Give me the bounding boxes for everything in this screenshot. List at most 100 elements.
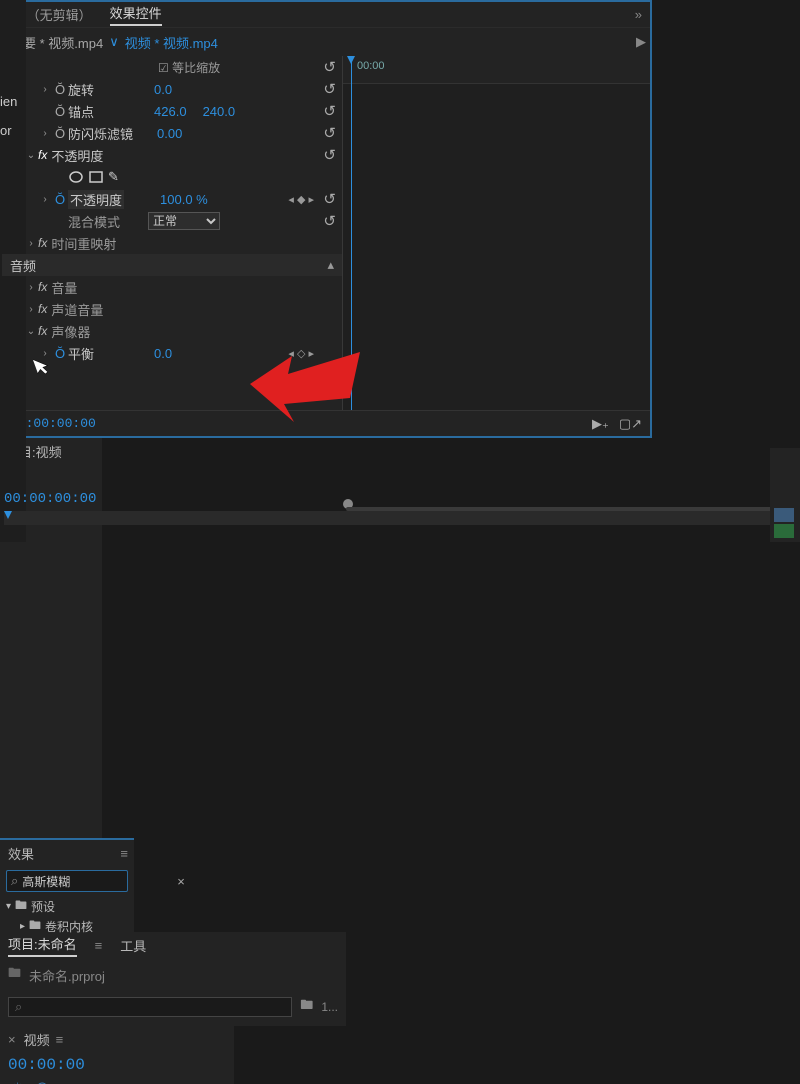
tab-project[interactable]: 项目:未命名 <box>8 934 77 957</box>
antiflicker-value[interactable]: 0.00 <box>157 126 182 141</box>
fx-badge-icon[interactable]: fx <box>38 324 47 338</box>
twirl-icon[interactable]: › <box>38 128 52 139</box>
twirl-icon[interactable]: ⌄ <box>24 150 38 161</box>
blend-mode-label: 混合模式 <box>68 212 120 231</box>
twirl-icon[interactable]: › <box>38 194 52 205</box>
fx-badge-icon[interactable]: fx <box>38 280 47 294</box>
panel-menu-icon[interactable]: ≡ <box>120 846 128 861</box>
anchor-label: 锚点 <box>68 102 94 121</box>
reset-icon[interactable]: ↺ <box>323 190 336 208</box>
clip-selector-row: 主要 * 视频.mp4 ∨ 视频 * 视频.mp4 ▶ <box>2 28 650 56</box>
stopwatch-icon[interactable]: Ŏ <box>52 82 68 97</box>
panner-row: ⌄ fx 声像器 <box>2 320 342 342</box>
balance-row: › Ŏ 平衡 0.0 ◂ ◇ ▸ <box>2 342 342 364</box>
fx-badge-icon[interactable]: fx <box>38 148 47 162</box>
rotation-label: 旋转 <box>68 80 94 99</box>
reset-icon[interactable]: ↺ <box>323 102 336 120</box>
project-search[interactable]: ⌕ <box>8 997 292 1017</box>
twirl-icon[interactable]: › <box>38 84 52 95</box>
playhead[interactable] <box>351 56 352 410</box>
keyframe-nav[interactable]: ◂ ◇ ▸ <box>288 347 314 360</box>
opacity-section-label: 不透明度 <box>51 146 103 165</box>
rect-mask-icon[interactable] <box>88 170 104 184</box>
twirl-icon[interactable]: ⌄ <box>24 326 38 337</box>
fx-badge-icon[interactable]: fx <box>38 302 47 316</box>
time-remap-row: › fx 时间重映射 <box>2 232 342 254</box>
blend-mode-row: 混合模式 正常 ↺ <box>2 210 342 232</box>
magnet-icon[interactable]: ⋂ <box>37 1080 48 1084</box>
panner-label: 声像器 <box>51 322 90 341</box>
reset-icon[interactable]: ↺ <box>323 80 336 98</box>
new-bin-icon[interactable]: 🖿 <box>300 996 313 1018</box>
opacity-value[interactable]: 100.0 % <box>160 192 208 207</box>
stopwatch-icon[interactable]: Ŏ <box>52 104 68 119</box>
collapse-icon[interactable]: ▴ <box>327 257 334 273</box>
timeline-tracks-edge <box>770 448 800 542</box>
reset-icon[interactable]: ↺ <box>323 146 336 164</box>
anchor-row: Ŏ 锚点 426.0 240.0 ↺ <box>2 100 342 122</box>
reset-icon[interactable]: ↺ <box>323 212 336 230</box>
panel-menu-icon[interactable]: » <box>635 7 642 22</box>
effect-timeline[interactable]: 00:00 <box>342 56 650 410</box>
bin-icon: 🖿 <box>8 964 21 986</box>
item-count: 1... <box>321 1000 338 1014</box>
balance-value[interactable]: 0.0 <box>154 346 172 361</box>
effects-tree: ▾ 🖿 预设 ▸ 🖿 卷积内核 <box>0 896 134 936</box>
stopwatch-icon[interactable]: Ŏ <box>52 346 68 361</box>
play-icon[interactable]: ▶ <box>636 34 646 50</box>
clear-search-icon[interactable]: × <box>177 874 185 889</box>
opacity-label: 不透明度 <box>68 190 124 209</box>
effects-panel: 效果 ≡ ⌕ × ▾ 🖿 预设 ▸ 🖿 卷积内核 <box>0 838 134 932</box>
ellipse-mask-icon[interactable] <box>68 170 84 184</box>
twirl-icon[interactable]: ▸ <box>20 921 25 932</box>
program-monitor-panel: 节目:视频 00:00:00:00 <box>0 438 102 838</box>
anchor-y[interactable]: 240.0 <box>203 104 236 119</box>
twirl-icon[interactable]: › <box>24 304 38 315</box>
program-ruler[interactable] <box>4 511 800 525</box>
panel-menu-icon[interactable]: ≡ <box>95 938 103 953</box>
effects-search-input[interactable] <box>22 874 177 888</box>
stopwatch-icon[interactable]: Ŏ <box>52 192 68 207</box>
tab-effects[interactable]: 效果 <box>8 844 34 863</box>
sequence-clip-label[interactable]: 视频 * 视频.mp4 <box>125 33 218 52</box>
tab-effect-controls[interactable]: 效果控件 <box>110 3 162 26</box>
antiflicker-label: 防闪烁滤镜 <box>68 124 133 143</box>
track-clip-fragment[interactable] <box>774 508 794 522</box>
volume-label: 音量 <box>51 278 77 297</box>
project-filename: 未命名.prproj <box>29 966 105 985</box>
fx-badge-icon[interactable]: fx <box>38 236 47 250</box>
snap-icon[interactable]: ✳ <box>12 1080 23 1084</box>
tab-video-sequence[interactable]: 视频 <box>24 1030 50 1049</box>
balance-label: 平衡 <box>68 344 94 363</box>
timeline-timecode[interactable]: 00:00:00 <box>0 1056 234 1074</box>
track-clip-fragment[interactable] <box>774 524 794 538</box>
tree-folder-presets[interactable]: ▾ 🖿 预设 <box>6 896 134 916</box>
effects-search[interactable]: ⌕ × <box>6 870 128 892</box>
effect-controls-footer: 00:00:00:00 ▶₊ ▢↗ <box>2 410 650 436</box>
anchor-x[interactable]: 426.0 <box>154 104 187 119</box>
rotation-value[interactable]: 0.0 <box>154 82 172 97</box>
export-icon[interactable]: ▢↗ <box>619 416 642 432</box>
audio-header-row: 音频 ▴ <box>2 254 342 276</box>
opacity-prop-row: › Ŏ 不透明度 100.0 % ◂ ◆ ▸ ↺ <box>2 188 342 210</box>
effect-controls-tabbar: 源:（无剪辑） 效果控件 » <box>2 2 650 28</box>
volume-row: › fx 音量 <box>2 276 342 298</box>
program-timecode[interactable]: 00:00:00:00 <box>4 491 96 507</box>
chevron-icon: ∨ <box>109 34 119 50</box>
antiflicker-row: › Ŏ 防闪烁滤镜 0.00 ↺ <box>2 122 342 144</box>
keyframe-nav[interactable]: ◂ ◆ ▸ <box>288 193 314 206</box>
play-only-icon[interactable]: ▶₊ <box>592 416 609 432</box>
timeline-ruler[interactable]: 00:00 <box>343 56 650 84</box>
twirl-icon[interactable]: › <box>24 282 38 293</box>
blend-mode-select[interactable]: 正常 <box>148 212 220 230</box>
reset-icon[interactable]: ↺ <box>323 124 336 142</box>
twirl-icon[interactable]: › <box>24 238 38 249</box>
stopwatch-icon[interactable]: Ŏ <box>52 126 68 141</box>
close-icon[interactable]: × <box>8 1032 16 1047</box>
reset-icon[interactable]: ↺ <box>323 58 336 76</box>
twirl-icon[interactable]: ▾ <box>6 901 11 912</box>
opacity-section-row: ⌄ fx 不透明度 ↺ <box>2 144 342 166</box>
panel-menu-icon[interactable]: ≡ <box>56 1032 64 1047</box>
tab-tools[interactable]: 工具 <box>120 936 146 955</box>
pen-mask-icon[interactable]: ✎ <box>108 169 119 185</box>
